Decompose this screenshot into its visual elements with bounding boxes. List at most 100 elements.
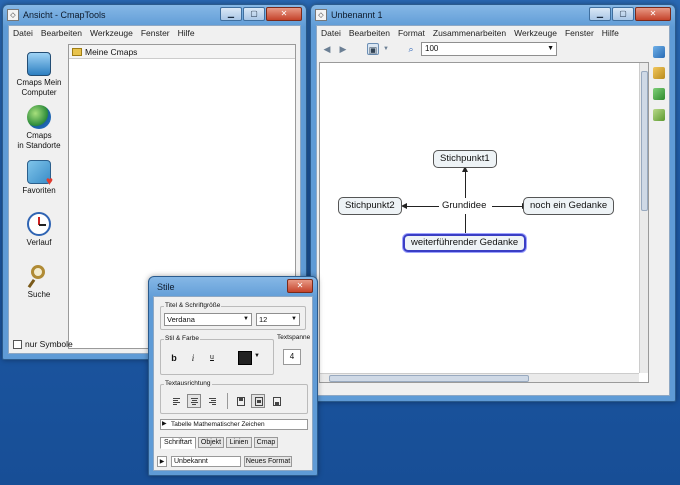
menu-fenster[interactable]: Fenster xyxy=(565,28,594,38)
new-format-button[interactable]: Neues Format xyxy=(244,456,292,467)
close-button[interactable]: ✕ xyxy=(266,7,302,21)
styles-palette: Stile ✕ Titel & Schriftgröße Verdana ▼ 1… xyxy=(148,276,318,476)
menu-hilfe[interactable]: Hilfe xyxy=(602,28,619,38)
align-right-icon[interactable] xyxy=(205,394,219,408)
font-size-value: 12 xyxy=(259,315,268,324)
link-down xyxy=(465,214,466,236)
expand-arrow-icon: ▶ xyxy=(162,421,167,427)
sidebar-item-my-computer[interactable]: Cmaps Mein Computer xyxy=(11,52,67,98)
close-button[interactable]: ✕ xyxy=(287,279,313,293)
underline-button[interactable]: u xyxy=(205,351,219,365)
sidebar-label: Cmaps Mein xyxy=(16,78,62,87)
discussion-icon[interactable] xyxy=(653,109,665,121)
style-name-field[interactable]: Unbekannt xyxy=(171,456,241,467)
font-size-select[interactable]: 12 ▼ xyxy=(256,313,300,326)
style-color-group: Stil & Farbe b i u ▼ xyxy=(160,335,274,375)
title-bar[interactable]: ◇ Ansicht - CmapTools ▁ ▢ ✕ xyxy=(3,5,306,25)
menu-fenster[interactable]: Fenster xyxy=(141,28,170,38)
window-title: Unbenannt 1 xyxy=(331,10,383,20)
globe-icon xyxy=(27,105,51,129)
italic-button[interactable]: i xyxy=(186,351,200,365)
chevron-down-icon[interactable]: ▼ xyxy=(383,43,389,55)
title-bar[interactable]: Stile ✕ xyxy=(149,277,317,296)
font-select[interactable]: Verdana ▼ xyxy=(164,313,252,326)
presentation-icon[interactable]: ▣ xyxy=(367,43,379,55)
link-up xyxy=(465,169,466,198)
symbols-only-checkbox[interactable] xyxy=(13,339,22,349)
menu-datei[interactable]: Datei xyxy=(13,28,33,38)
close-button[interactable]: ✕ xyxy=(635,7,671,21)
zoom-select[interactable]: 100 ▼ xyxy=(421,42,557,56)
concept-node-selected[interactable]: weiterführender Gedanke xyxy=(403,234,527,252)
forward-arrow-icon[interactable]: ▶ xyxy=(337,43,349,55)
chevron-down-icon[interactable]: ▼ xyxy=(254,353,260,359)
scroll-thumb[interactable] xyxy=(329,375,529,382)
collaborate-icon[interactable] xyxy=(653,46,665,58)
sidebar-item-places[interactable]: Cmaps in Standorte xyxy=(11,105,67,151)
spacing-group-label: Textspanne xyxy=(276,334,312,341)
math-symbols-label: Tabelle Mathematischer Zeichen xyxy=(171,421,265,428)
search-icon xyxy=(27,264,51,289)
valign-bottom-icon[interactable] xyxy=(269,394,283,408)
sidebar-label: Cmaps xyxy=(26,131,52,140)
sidebar-item-favorites[interactable]: ♥ Favoriten xyxy=(11,160,67,196)
text-color-icon[interactable] xyxy=(238,351,252,365)
linking-phrase[interactable]: Grundidee xyxy=(442,200,487,211)
valign-middle-icon[interactable] xyxy=(251,394,265,408)
math-symbols-row[interactable]: ▶ Tabelle Mathematischer Zeichen xyxy=(160,419,308,430)
window-title: Ansicht - CmapTools xyxy=(23,10,106,20)
tab-font[interactable]: Schriftart xyxy=(160,437,196,449)
maximize-button[interactable]: ▢ xyxy=(612,7,634,21)
concept-node[interactable]: Stichpunkt1 xyxy=(433,150,497,168)
tab-object[interactable]: Objekt xyxy=(198,437,224,448)
tab-lines[interactable]: Linien xyxy=(226,437,252,448)
book-icon[interactable] xyxy=(653,88,665,100)
menu-bearbeiten[interactable]: Bearbeiten xyxy=(41,28,82,38)
style-name-expand[interactable]: ▶ xyxy=(157,456,167,467)
resource-icon[interactable] xyxy=(653,67,665,79)
concept-node[interactable]: noch ein Gedanke xyxy=(523,197,615,215)
align-left-icon[interactable] xyxy=(169,394,183,408)
folder-icon xyxy=(72,47,82,56)
menu-zusammenarbeiten[interactable]: Zusammenarbeiten xyxy=(433,28,506,38)
align-separator xyxy=(227,393,228,409)
window-client: Datei Bearbeiten Format Zusammenarbeiten… xyxy=(316,25,670,396)
back-arrow-icon[interactable]: ◀ xyxy=(321,43,333,55)
menu-bearbeiten[interactable]: Bearbeiten xyxy=(349,28,390,38)
palette-title: Stile xyxy=(157,281,175,292)
favorites-icon: ♥ xyxy=(27,160,53,187)
menu-datei[interactable]: Datei xyxy=(321,28,341,38)
menu-format[interactable]: Format xyxy=(398,28,425,38)
minimize-button[interactable]: ▁ xyxy=(589,7,611,21)
menu-hilfe[interactable]: Hilfe xyxy=(178,28,195,38)
maximize-button[interactable]: ▢ xyxy=(243,7,265,21)
valign-top-icon[interactable] xyxy=(233,394,247,408)
sidebar-label: Computer xyxy=(21,88,57,97)
editor-toolbar: ◀ ▶ ▣ ▼ ⌕ 100 ▼ xyxy=(317,40,669,58)
symbols-only-option[interactable]: nur Symbole xyxy=(13,339,73,349)
concept-node[interactable]: Stichpunkt2 xyxy=(338,197,402,215)
menu-bar: Datei Bearbeiten Werkzeuge Fenster Hilfe xyxy=(9,26,300,40)
bold-button[interactable]: b xyxy=(167,351,181,365)
tab-cmap[interactable]: Cmap xyxy=(254,437,278,448)
chevron-down-icon: ▼ xyxy=(243,316,249,322)
style-group-label: Stil & Farbe xyxy=(164,335,200,342)
align-center-icon[interactable] xyxy=(187,394,201,408)
cmap-canvas[interactable]: Stichpunkt1 Stichpunkt2 Grundidee noch e… xyxy=(319,62,649,383)
views-sidebar: Cmaps Mein Computer Cmaps in Standorte ♥… xyxy=(11,42,67,337)
sidebar-item-search[interactable]: Suche xyxy=(11,264,67,300)
spacing-input[interactable]: 4 xyxy=(283,349,301,365)
horizontal-scrollbar[interactable] xyxy=(320,373,639,382)
minimize-button[interactable]: ▁ xyxy=(220,7,242,21)
alignment-group: Textausrichtung xyxy=(160,380,308,414)
scroll-thumb[interactable] xyxy=(641,71,648,211)
vertical-scrollbar[interactable] xyxy=(639,63,648,373)
panel-header[interactable]: Meine Cmaps xyxy=(69,45,295,59)
palette-client: Titel & Schriftgröße Verdana ▼ 12 ▼ Stil… xyxy=(153,296,313,471)
menu-werkzeuge[interactable]: Werkzeuge xyxy=(514,28,557,38)
sidebar-item-history[interactable]: Verlauf xyxy=(11,212,67,248)
sidebar-label: Suche xyxy=(27,290,51,299)
menu-werkzeuge[interactable]: Werkzeuge xyxy=(90,28,133,38)
app-icon: ◇ xyxy=(7,9,19,21)
title-bar[interactable]: ◇ Unbenannt 1 ▁ ▢ ✕ xyxy=(311,5,675,25)
